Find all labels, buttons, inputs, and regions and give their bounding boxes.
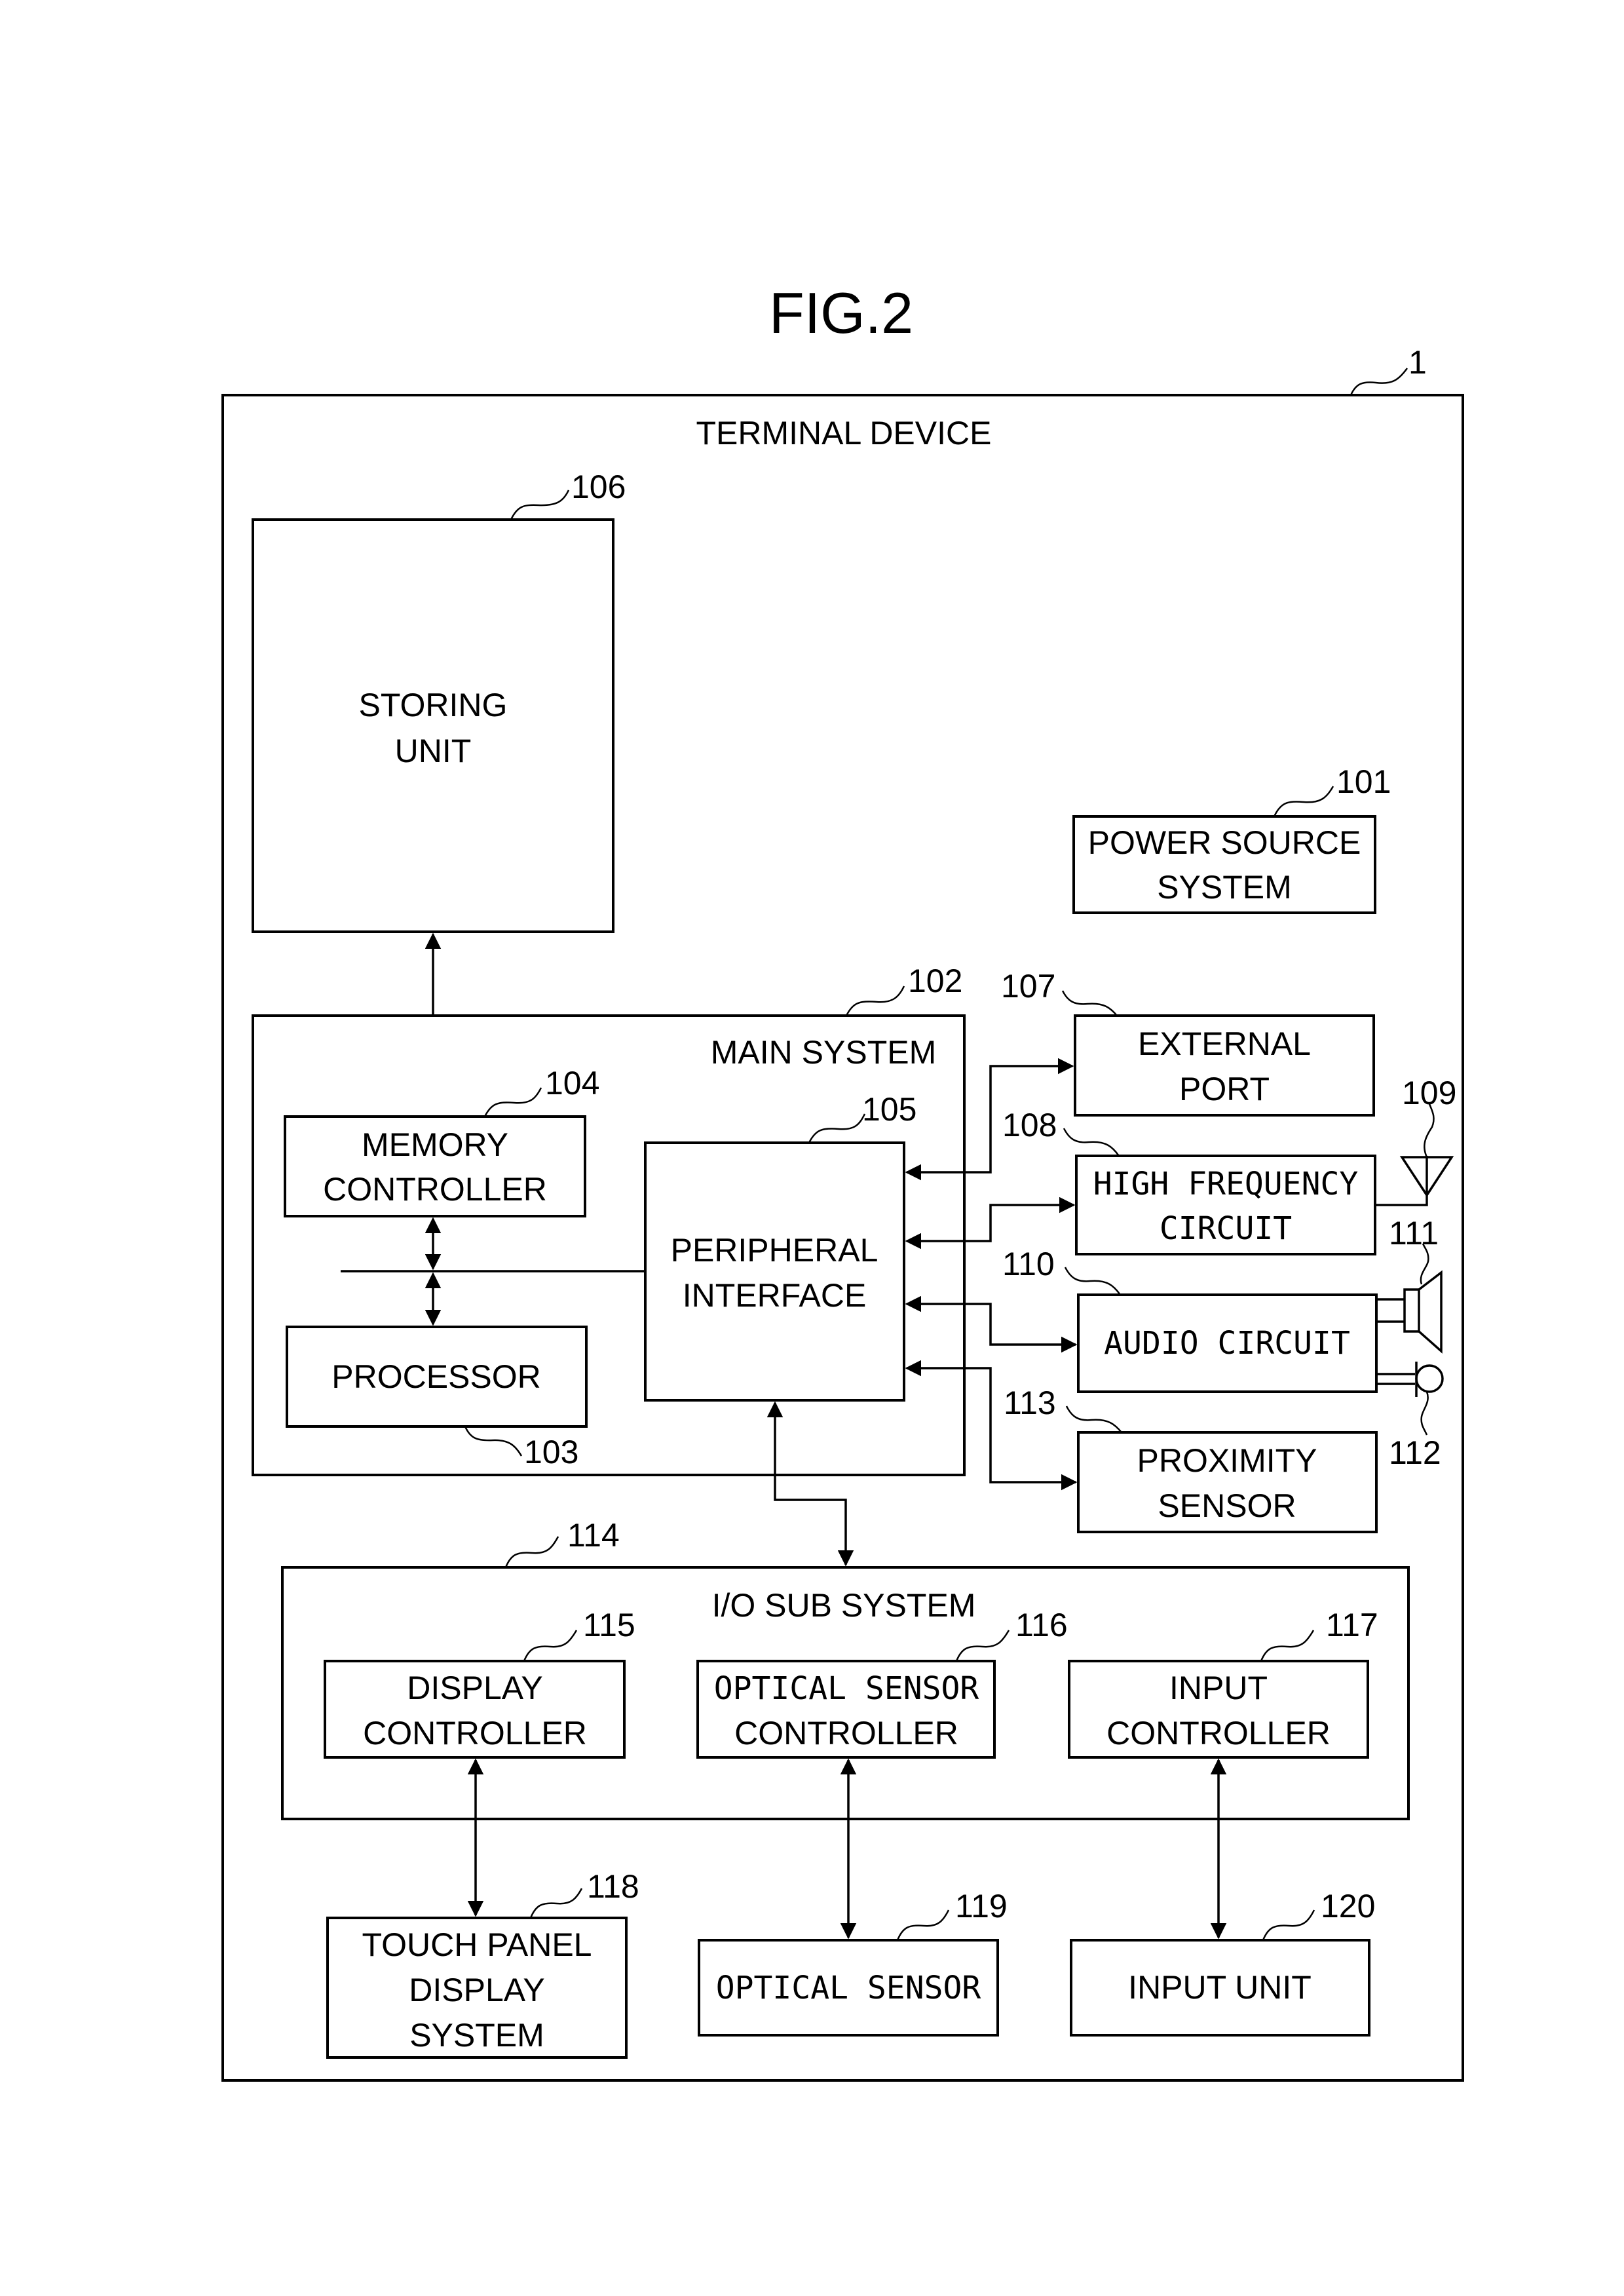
ref-109: 109 bbox=[1402, 1075, 1456, 1111]
input-controller-label-line2: CONTROLLER bbox=[1106, 1715, 1331, 1751]
external-port-label-line2: PORT bbox=[1179, 1071, 1270, 1107]
proximity-sensor-label-line2: SENSOR bbox=[1158, 1487, 1296, 1524]
terminal-device-title: TERMINAL DEVICE bbox=[696, 415, 991, 451]
proximity-sensor-label-line1: PROXIMITY bbox=[1137, 1442, 1317, 1479]
storing-unit: 106 STORING UNIT bbox=[252, 469, 626, 933]
ref-107: 107 bbox=[1001, 968, 1055, 1004]
touch-panel-label-line1: TOUCH PANEL bbox=[362, 1926, 592, 1963]
external-port-label-line1: EXTERNAL bbox=[1138, 1025, 1311, 1062]
ref-120: 120 bbox=[1321, 1888, 1375, 1924]
ref-114: 114 bbox=[567, 1517, 620, 1554]
ref-103: 103 bbox=[524, 1434, 578, 1470]
ref-111: 111 bbox=[1389, 1215, 1439, 1252]
peripheral-interface-label-line2: INTERFACE bbox=[683, 1277, 867, 1314]
ref-101: 101 bbox=[1336, 763, 1391, 800]
storing-unit-label-line1: STORING bbox=[359, 687, 508, 723]
power-source-label-line2: SYSTEM bbox=[1157, 869, 1292, 906]
optical-sensor-controller-label-line2: CONTROLLER bbox=[734, 1715, 958, 1751]
processor-label: PROCESSOR bbox=[331, 1358, 541, 1395]
storing-unit-label-line2: UNIT bbox=[395, 733, 472, 769]
memory-controller-label-line2: CONTROLLER bbox=[323, 1171, 547, 1208]
ref-104: 104 bbox=[545, 1065, 599, 1101]
ref-105: 105 bbox=[862, 1091, 916, 1128]
touch-panel-label-line2: DISPLAY bbox=[409, 1972, 545, 2008]
main-system: 102 MAIN SYSTEM 104 MEMORY CONTROLLER 10… bbox=[252, 963, 966, 1476]
optical-sensor-label: OPTICAL SENSOR bbox=[716, 1970, 981, 2006]
ref-102: 102 bbox=[908, 963, 962, 999]
ref-116: 116 bbox=[1015, 1607, 1068, 1643]
ref-119: 119 bbox=[955, 1888, 1008, 1924]
ref-110: 110 bbox=[1002, 1246, 1055, 1282]
ref-106: 106 bbox=[571, 469, 626, 505]
optical-sensor-controller-label-line1: OPTICAL SENSOR bbox=[714, 1670, 979, 1707]
audio-circuit-label: AUDIO CIRCUIT bbox=[1104, 1325, 1350, 1362]
display-controller-label-line2: CONTROLLER bbox=[363, 1715, 587, 1751]
ref-108: 108 bbox=[1002, 1107, 1057, 1143]
ref-113: 113 bbox=[1004, 1385, 1056, 1421]
high-frequency-label-line1: HIGH FREQUENCY bbox=[1093, 1166, 1359, 1202]
block-diagram: FIG.2 1 TERMINAL DEVICE 106 STORING UNIT… bbox=[221, 280, 1464, 2082]
input-unit-label: INPUT UNIT bbox=[1128, 1969, 1312, 2006]
peripheral-interface bbox=[644, 1141, 905, 1402]
ref-leader-1 bbox=[1350, 368, 1408, 396]
high-frequency-label-line2: CIRCUIT bbox=[1160, 1210, 1292, 1247]
power-source-label-line1: POWER SOURCE bbox=[1088, 824, 1361, 861]
ref-117: 117 bbox=[1326, 1607, 1378, 1643]
ref-112: 112 bbox=[1389, 1434, 1441, 1471]
touch-panel-label-line3: SYSTEM bbox=[409, 2017, 544, 2054]
ref-115: 115 bbox=[583, 1607, 635, 1643]
peripheral-interface-label-line1: PERIPHERAL bbox=[671, 1232, 878, 1269]
io-subsystem-title: I/O SUB SYSTEM bbox=[712, 1587, 976, 1624]
display-controller-label-line1: DISPLAY bbox=[407, 1670, 543, 1706]
main-system-title: MAIN SYSTEM bbox=[711, 1034, 936, 1071]
figure-title: FIG.2 bbox=[769, 280, 913, 345]
input-controller-label-line1: INPUT bbox=[1169, 1670, 1268, 1706]
ref-1: 1 bbox=[1408, 344, 1427, 381]
ref-118: 118 bbox=[587, 1868, 639, 1905]
memory-controller-label-line1: MEMORY bbox=[362, 1126, 508, 1163]
